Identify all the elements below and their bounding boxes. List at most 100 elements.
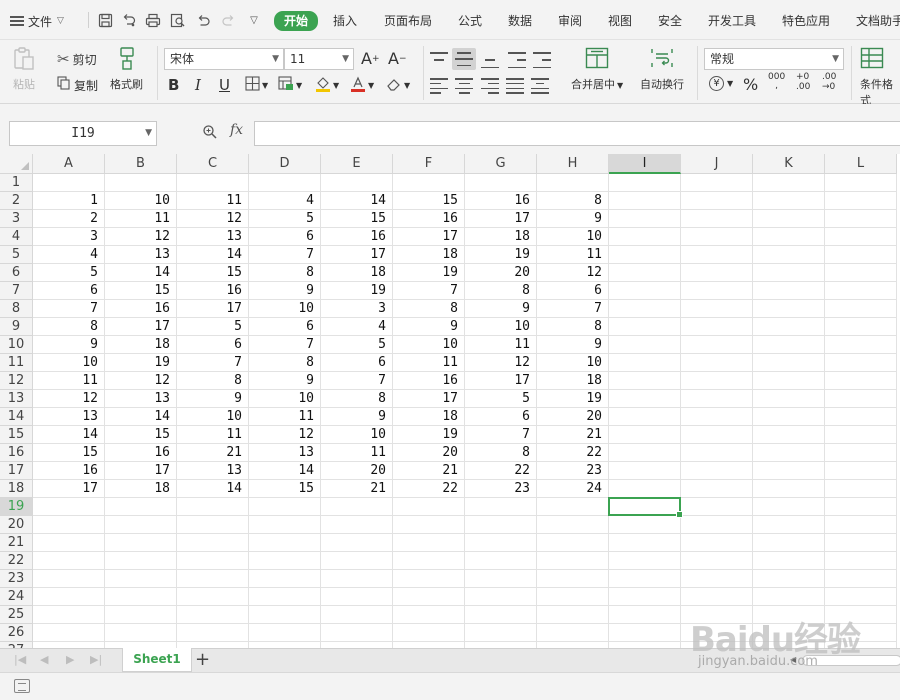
cell-g20[interactable]: [465, 516, 537, 534]
cell-a20[interactable]: [33, 516, 105, 534]
cell-j1[interactable]: [681, 174, 753, 192]
paste-button[interactable]: 粘贴: [12, 46, 36, 92]
cell-b8[interactable]: 16: [105, 300, 177, 318]
cell-l9[interactable]: [825, 318, 897, 336]
cell-l18[interactable]: [825, 480, 897, 498]
scroll-left-icon[interactable]: ◀: [790, 655, 796, 664]
font-name-select[interactable]: 宋体 ▼: [164, 48, 284, 70]
cell-l17[interactable]: [825, 462, 897, 480]
cell-a13[interactable]: 12: [33, 390, 105, 408]
cell-g10[interactable]: 11: [465, 336, 537, 354]
row-header-25[interactable]: 25: [0, 606, 33, 624]
first-sheet-icon[interactable]: |◀: [14, 653, 26, 666]
cell-e1[interactable]: [321, 174, 393, 192]
cell-d22[interactable]: [249, 552, 321, 570]
cell-f11[interactable]: 11: [393, 354, 465, 372]
cell-g12[interactable]: 17: [465, 372, 537, 390]
cell-a18[interactable]: 17: [33, 480, 105, 498]
cell-e20[interactable]: [321, 516, 393, 534]
cell-b17[interactable]: 17: [105, 462, 177, 480]
cell-a14[interactable]: 13: [33, 408, 105, 426]
prev-sheet-icon[interactable]: ◀: [40, 653, 48, 666]
cell-c12[interactable]: 8: [177, 372, 249, 390]
conditional-format-button[interactable]: 条件格式: [860, 46, 900, 108]
cell-k22[interactable]: [753, 552, 825, 570]
cell-e10[interactable]: 5: [321, 336, 393, 354]
decrease-font-size-button[interactable]: A −: [388, 49, 407, 68]
cell-k19[interactable]: [753, 498, 825, 516]
cell-f13[interactable]: 17: [393, 390, 465, 408]
cell-j11[interactable]: [681, 354, 753, 372]
cell-h13[interactable]: 19: [537, 390, 609, 408]
cell-c3[interactable]: 12: [177, 210, 249, 228]
cell-d20[interactable]: [249, 516, 321, 534]
cell-h23[interactable]: [537, 570, 609, 588]
cell-f25[interactable]: [393, 606, 465, 624]
print-preview-icon[interactable]: [169, 11, 187, 29]
cell-g17[interactable]: 22: [465, 462, 537, 480]
row-header-11[interactable]: 11: [0, 354, 33, 372]
formula-input[interactable]: [254, 121, 900, 146]
cell-c25[interactable]: [177, 606, 249, 624]
cell-l21[interactable]: [825, 534, 897, 552]
tab-document-assistant[interactable]: 文档助手: [856, 12, 900, 30]
cell-c2[interactable]: 11: [177, 192, 249, 210]
cell-i8[interactable]: [609, 300, 681, 318]
cell-e16[interactable]: 11: [321, 444, 393, 462]
row-header-20[interactable]: 20: [0, 516, 33, 534]
cell-l16[interactable]: [825, 444, 897, 462]
cell-d13[interactable]: 10: [249, 390, 321, 408]
cell-style-button[interactable]: ▼: [278, 76, 302, 94]
cell-b2[interactable]: 10: [105, 192, 177, 210]
cell-k8[interactable]: [753, 300, 825, 318]
cell-c14[interactable]: 10: [177, 408, 249, 426]
cell-c18[interactable]: 14: [177, 480, 249, 498]
increase-font-size-button[interactable]: A +: [361, 49, 380, 68]
cell-c8[interactable]: 17: [177, 300, 249, 318]
tab-view[interactable]: 视图: [608, 12, 632, 30]
cell-f21[interactable]: [393, 534, 465, 552]
row-header-8[interactable]: 8: [0, 300, 33, 318]
spreadsheet-grid[interactable]: ABCDEFGHIJKL 1 2 3 4 5 6 7 8 9 10 11 12 13 14 15 16 17 18…: [0, 154, 900, 648]
increase-decimal-button[interactable]: +0 .00: [796, 72, 810, 92]
cell-i6[interactable]: [609, 264, 681, 282]
cell-i21[interactable]: [609, 534, 681, 552]
cell-l11[interactable]: [825, 354, 897, 372]
cell-h10[interactable]: 9: [537, 336, 609, 354]
cell-d10[interactable]: 7: [249, 336, 321, 354]
cell-j23[interactable]: [681, 570, 753, 588]
cell-h21[interactable]: [537, 534, 609, 552]
row-header-26[interactable]: 26: [0, 624, 33, 642]
row-header-16[interactable]: 16: [0, 444, 33, 462]
row-header-12[interactable]: 12: [0, 372, 33, 390]
cell-g21[interactable]: [465, 534, 537, 552]
cell-e17[interactable]: 20: [321, 462, 393, 480]
cell-a9[interactable]: 8: [33, 318, 105, 336]
fill-color-button[interactable]: ▼: [315, 76, 339, 95]
cell-d14[interactable]: 11: [249, 408, 321, 426]
cell-c24[interactable]: [177, 588, 249, 606]
column-header-f[interactable]: F: [393, 154, 465, 174]
cell-l26[interactable]: [825, 624, 897, 642]
tab-special-features[interactable]: 特色应用: [782, 12, 830, 30]
cell-h1[interactable]: [537, 174, 609, 192]
cell-c17[interactable]: 13: [177, 462, 249, 480]
clear-format-button[interactable]: ▼: [386, 76, 410, 95]
cell-e11[interactable]: 6: [321, 354, 393, 372]
row-header-19[interactable]: 19: [0, 498, 33, 516]
cell-f14[interactable]: 18: [393, 408, 465, 426]
cell-d23[interactable]: [249, 570, 321, 588]
cell-i22[interactable]: [609, 552, 681, 570]
cell-d18[interactable]: 15: [249, 480, 321, 498]
cell-k3[interactable]: [753, 210, 825, 228]
cell-e7[interactable]: 19: [321, 282, 393, 300]
cell-a25[interactable]: [33, 606, 105, 624]
cell-g3[interactable]: 17: [465, 210, 537, 228]
cell-j9[interactable]: [681, 318, 753, 336]
cell-b18[interactable]: 18: [105, 480, 177, 498]
cell-k11[interactable]: [753, 354, 825, 372]
cell-k9[interactable]: [753, 318, 825, 336]
cell-f19[interactable]: [393, 498, 465, 516]
row-header-4[interactable]: 4: [0, 228, 33, 246]
cell-g18[interactable]: 23: [465, 480, 537, 498]
